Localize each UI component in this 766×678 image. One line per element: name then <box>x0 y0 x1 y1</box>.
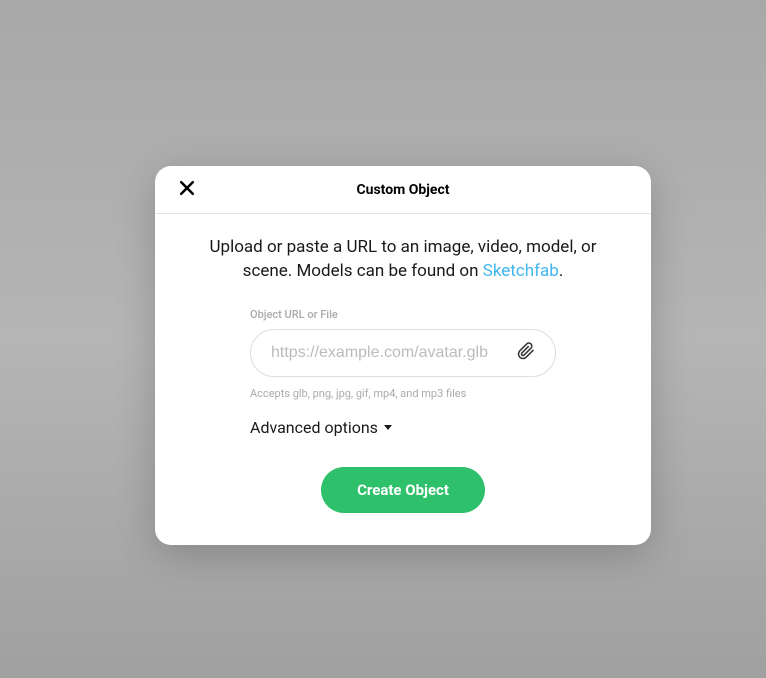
sketchfab-link[interactable]: Sketchfab <box>483 261 559 281</box>
modal-description: Upload or paste a URL to an image, video… <box>195 236 611 284</box>
modal-header: Custom Object <box>155 166 651 214</box>
custom-object-modal: Custom Object Upload or paste a URL to a… <box>155 166 651 545</box>
url-field-group: Object URL or File Accepts glb, png, jpg… <box>195 308 611 400</box>
advanced-options-toggle[interactable]: Advanced options <box>250 418 392 437</box>
close-icon <box>177 178 197 201</box>
attach-file-button[interactable] <box>517 341 535 364</box>
url-input-wrapper <box>250 329 556 377</box>
modal-title: Custom Object <box>356 182 449 198</box>
url-field-label: Object URL or File <box>250 308 556 321</box>
submit-row: Create Object <box>195 467 611 513</box>
advanced-options-label: Advanced options <box>250 418 378 437</box>
url-helper-text: Accepts glb, png, jpg, gif, mp4, and mp3… <box>250 387 556 400</box>
url-input[interactable] <box>271 344 509 362</box>
chevron-down-icon <box>384 425 392 430</box>
advanced-options-row: Advanced options <box>195 418 611 437</box>
close-button[interactable] <box>173 176 201 204</box>
create-object-button[interactable]: Create Object <box>321 467 485 513</box>
paperclip-icon <box>517 341 535 364</box>
description-suffix: . <box>559 261 563 281</box>
modal-body: Upload or paste a URL to an image, video… <box>155 214 651 545</box>
